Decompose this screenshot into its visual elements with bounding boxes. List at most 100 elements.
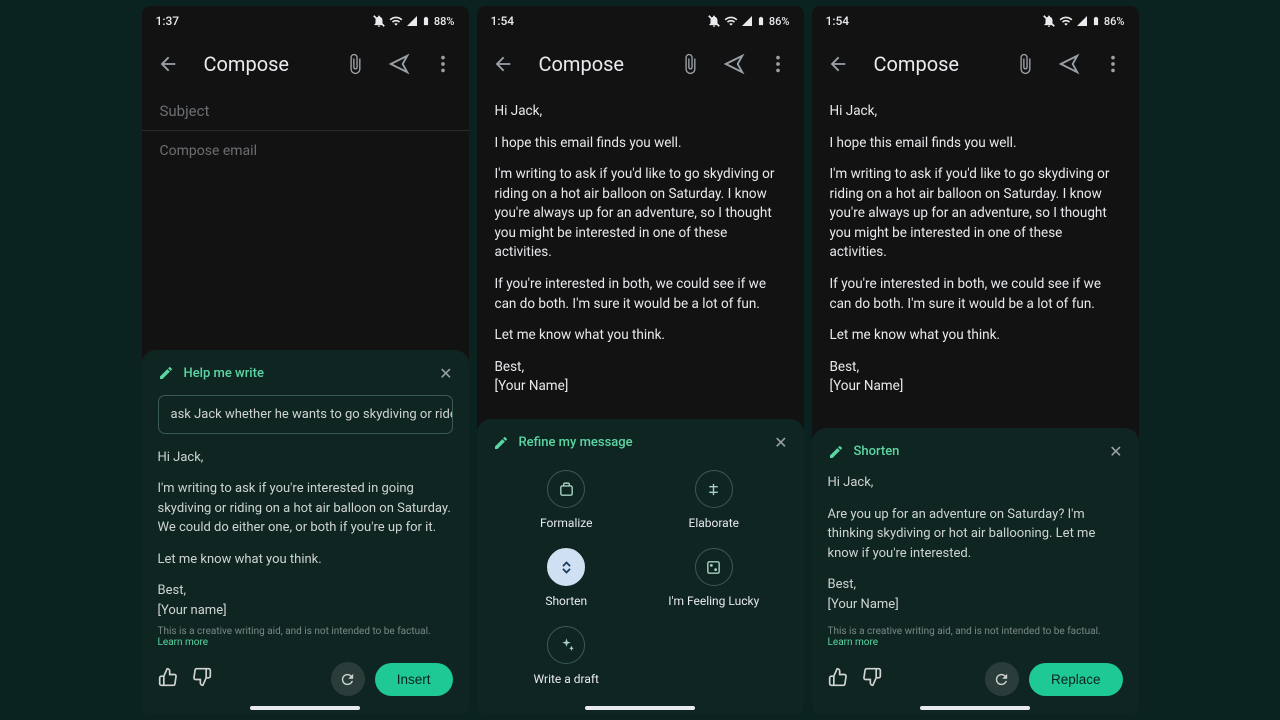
panel-heading: Shorten	[854, 444, 900, 459]
feeling-lucky-option[interactable]: I'm Feeling Lucky	[664, 548, 764, 608]
email-line: I'm writing to ask if you'd like to go s…	[830, 165, 1121, 263]
email-line: If you're interested in both, we could s…	[830, 275, 1121, 314]
refine-panel: Refine my message ✕ Formalize Elaborate …	[477, 419, 804, 714]
email-body[interactable]: Hi Jack, I hope this email finds you wel…	[812, 92, 1139, 428]
email-line: If you're interested in both, we could s…	[495, 275, 786, 314]
nav-handle[interactable]	[920, 706, 1030, 710]
close-button[interactable]: ✕	[439, 364, 452, 383]
refine-label: Elaborate	[689, 516, 740, 530]
refine-label: Write a draft	[533, 672, 599, 686]
learn-more-link[interactable]: Learn more	[828, 637, 879, 648]
app-bar: Compose	[812, 36, 1139, 92]
thumbs-down-button[interactable]	[862, 667, 882, 691]
formalize-option[interactable]: Formalize	[516, 470, 616, 530]
attach-button[interactable]	[343, 52, 367, 76]
panel-heading: Help me write	[184, 366, 264, 381]
email-line: [Your Name]	[495, 378, 569, 394]
panel-heading: Refine my message	[519, 435, 633, 450]
refine-label: Formalize	[540, 516, 593, 530]
replace-button[interactable]: Replace	[1029, 663, 1123, 696]
draft-line: [Your Name]	[828, 597, 899, 612]
dnd-icon	[707, 14, 721, 28]
clock: 1:54	[491, 14, 515, 28]
subject-field[interactable]: Subject	[142, 92, 469, 131]
regenerate-button[interactable]	[985, 662, 1019, 696]
thumbs-up-button[interactable]	[158, 667, 178, 691]
send-button[interactable]	[722, 52, 746, 76]
email-body[interactable]: Hi Jack, I hope this email finds you wel…	[477, 92, 804, 419]
learn-more-link[interactable]: Learn more	[158, 637, 209, 648]
email-line: I'm writing to ask if you'd like to go s…	[495, 165, 786, 263]
write-draft-option[interactable]: Write a draft	[516, 626, 616, 686]
status-bar: 1:54 86%	[812, 6, 1139, 36]
battery-pct: 88%	[434, 15, 455, 28]
signal-icon	[406, 15, 418, 27]
shorten-panel: Shorten ✕ Hi Jack, Are you up for an adv…	[812, 428, 1139, 714]
screen-3: 1:54 86% Compose Hi Jack, I hope this em…	[812, 6, 1139, 714]
attach-button[interactable]	[1013, 52, 1037, 76]
status-bar: 1:37 88%	[142, 6, 469, 36]
email-line: Best,	[495, 359, 525, 375]
battery-icon	[421, 14, 431, 28]
draft-line: Best,	[828, 577, 857, 592]
status-icons: 86%	[707, 14, 790, 28]
draft-line: Let me know what you think.	[158, 550, 453, 570]
back-button[interactable]	[826, 52, 850, 76]
more-button[interactable]	[766, 52, 790, 76]
shorten-option[interactable]: Shorten	[516, 548, 616, 608]
attach-button[interactable]	[678, 52, 702, 76]
status-bar: 1:54 86%	[477, 6, 804, 36]
prompt-input[interactable]: ask Jack whether he wants to go skydivin…	[158, 395, 453, 434]
battery-pct: 86%	[1104, 15, 1125, 28]
more-button[interactable]	[1101, 52, 1125, 76]
email-line: Best,	[830, 359, 860, 375]
insert-button[interactable]: Insert	[375, 663, 453, 696]
help-me-write-panel: Help me write ✕ ask Jack whether he want…	[142, 350, 469, 715]
dnd-icon	[1042, 14, 1056, 28]
draft-line: Hi Jack,	[828, 473, 1123, 493]
send-button[interactable]	[387, 52, 411, 76]
email-line: I hope this email finds you well.	[495, 134, 786, 154]
draft-line: [Your name]	[158, 603, 227, 618]
elaborate-option[interactable]: Elaborate	[664, 470, 764, 530]
close-button[interactable]: ✕	[774, 433, 787, 452]
clock: 1:37	[156, 14, 180, 28]
disclaimer: This is a creative writing aid, and is n…	[158, 626, 453, 648]
thumbs-down-button[interactable]	[192, 667, 212, 691]
battery-pct: 86%	[769, 15, 790, 28]
app-title: Compose	[204, 52, 319, 76]
send-button[interactable]	[1057, 52, 1081, 76]
back-button[interactable]	[491, 52, 515, 76]
back-button[interactable]	[156, 52, 180, 76]
more-button[interactable]	[431, 52, 455, 76]
pen-icon	[493, 435, 509, 451]
wifi-icon	[389, 14, 403, 28]
pen-icon	[158, 365, 174, 381]
wifi-icon	[1059, 14, 1073, 28]
nav-handle[interactable]	[250, 706, 360, 710]
close-button[interactable]: ✕	[1109, 442, 1122, 461]
refine-label: I'm Feeling Lucky	[668, 594, 759, 608]
wifi-icon	[724, 14, 738, 28]
thumbs-up-button[interactable]	[828, 667, 848, 691]
shortened-output: Hi Jack, Are you up for an adventure on …	[828, 473, 1123, 614]
disclaimer: This is a creative writing aid, and is n…	[828, 626, 1123, 648]
status-icons: 88%	[372, 14, 455, 28]
compose-body[interactable]: Compose email	[142, 131, 469, 350]
refine-label: Shorten	[545, 594, 587, 608]
app-title: Compose	[539, 52, 654, 76]
signal-icon	[1076, 15, 1088, 27]
battery-icon	[1091, 14, 1101, 28]
draft-line: I'm writing to ask if you're interested …	[158, 479, 453, 538]
draft-line: Are you up for an adventure on Saturday?…	[828, 505, 1123, 564]
dnd-icon	[372, 14, 386, 28]
nav-handle[interactable]	[585, 706, 695, 710]
battery-icon	[756, 14, 766, 28]
draft-line: Best,	[158, 583, 187, 598]
signal-icon	[741, 15, 753, 27]
email-line: I hope this email finds you well.	[830, 134, 1121, 154]
app-title: Compose	[874, 52, 989, 76]
screen-1: 1:37 88% Compose Subject Compose email H…	[142, 6, 469, 714]
draft-line: Hi Jack,	[158, 448, 453, 468]
regenerate-button[interactable]	[331, 662, 365, 696]
